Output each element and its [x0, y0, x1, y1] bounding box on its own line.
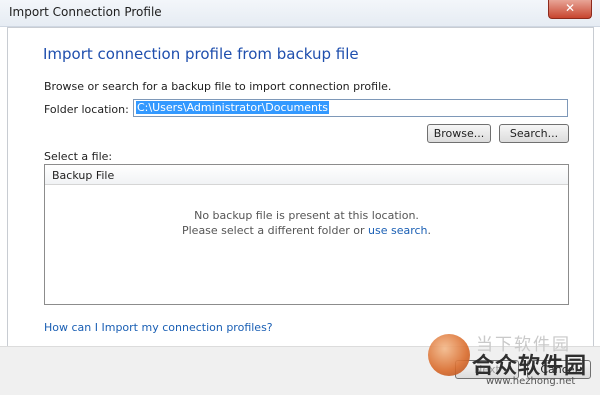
folder-location-label: Folder location: — [44, 103, 129, 116]
empty-hint-text: Please select a different folder or — [181, 224, 368, 237]
backup-file-column-header[interactable]: Backup File — [45, 165, 568, 185]
select-file-label: Select a file: — [44, 150, 113, 163]
folder-location-value: C:\Users\Administrator\Documents — [136, 101, 330, 114]
close-icon: ✕ — [564, 1, 576, 15]
search-button[interactable]: Search... — [499, 124, 569, 143]
watermark-url: www.hezhong.net — [486, 376, 576, 387]
browse-button[interactable]: Browse... — [427, 124, 491, 143]
backup-file-list[interactable]: Backup File No backup file is present at… — [44, 164, 569, 305]
window-title: Import Connection Profile — [9, 5, 162, 19]
watermark-logo-icon — [428, 334, 470, 376]
instructions-text: Browse or search for a backup file to im… — [44, 80, 392, 93]
folder-location-input[interactable]: C:\Users\Administrator\Documents — [133, 99, 568, 117]
empty-message-hint: Please select a different folder or use … — [45, 224, 568, 237]
page-title: Import connection profile from backup fi… — [43, 45, 359, 63]
title-bar: Import Connection Profile ✕ — [0, 0, 600, 27]
watermark-logo: 当下软件园 合众软件园 www.hezhong.net — [428, 328, 598, 390]
help-link[interactable]: How can I Import my connection profiles? — [44, 321, 273, 334]
column-header-label: Backup File — [52, 169, 115, 182]
close-button[interactable]: ✕ — [548, 0, 592, 19]
empty-hint-period: . — [427, 224, 432, 237]
use-search-link[interactable]: use search — [368, 224, 428, 237]
empty-message: No backup file is present at this locati… — [194, 209, 419, 222]
